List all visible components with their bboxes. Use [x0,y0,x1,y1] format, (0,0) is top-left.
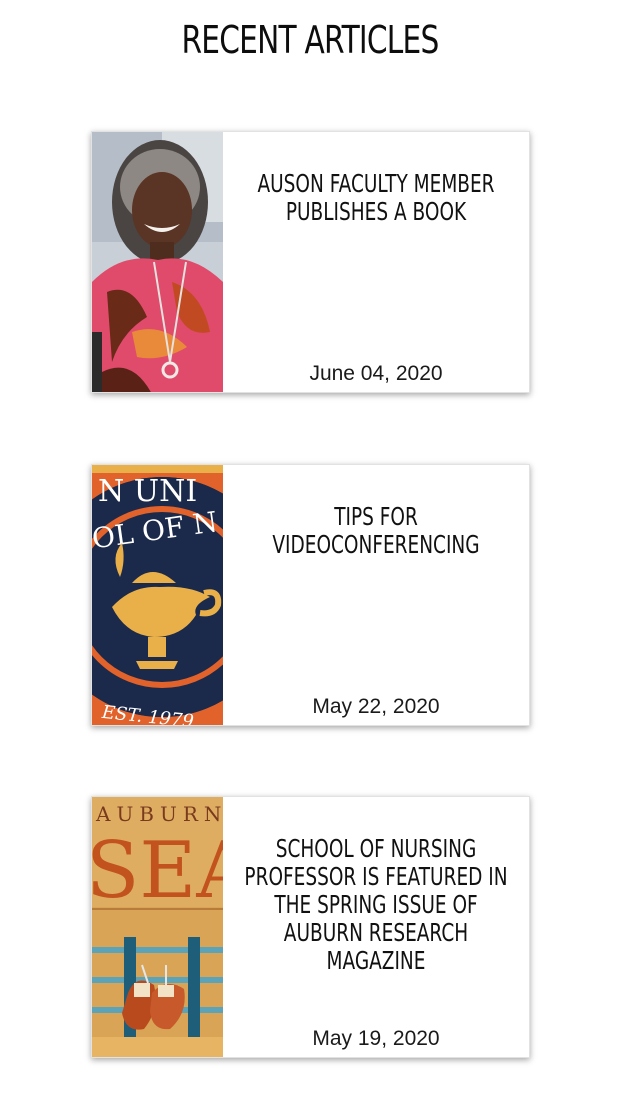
cover-text-big: SEAR [92,826,223,916]
article-card[interactable]: N UNI OL OF N EST. 1979 TIPS FOR VIDEOCO… [91,464,530,726]
article-thumbnail-magazine[interactable]: AUBURN SEAR [92,797,223,1057]
article-date: June 04, 2020 [309,362,443,385]
article-thumbnail-portrait[interactable] [92,132,223,392]
article-body: TIPS FOR VIDEOCONFERENCING May 22, 2020 [223,465,529,725]
nursing-seal-image: N UNI OL OF N EST. 1979 [92,465,223,725]
seal-text-top: N UNI [98,474,197,509]
article-body: SCHOOL OF NURSING PROFESSOR IS FEATURED … [223,797,529,1057]
article-title[interactable]: TIPS FOR VIDEOCONFERENCING [233,503,519,559]
article-title[interactable]: SCHOOL OF NURSING PROFESSOR IS FEATURED … [233,835,519,975]
article-title[interactable]: AUSON FACULTY MEMBER PUBLISHES A BOOK [233,170,519,226]
cover-text-top: AUBURN [95,802,223,826]
portrait-image [92,132,223,392]
article-date: May 22, 2020 [312,695,440,718]
section-title: RECENT ARTICLES [181,18,439,62]
article-thumbnail-seal[interactable]: N UNI OL OF N EST. 1979 [92,465,223,725]
magazine-cover-image: AUBURN SEAR [92,797,223,1057]
article-date: May 19, 2020 [312,1027,440,1050]
article-card[interactable]: AUSON FACULTY MEMBER PUBLISHES A BOOK Ju… [91,131,530,393]
article-card[interactable]: AUBURN SEAR SCHOOL OF NURSING PROFESSOR … [91,796,530,1058]
article-body: AUSON FACULTY MEMBER PUBLISHES A BOOK Ju… [223,132,529,392]
